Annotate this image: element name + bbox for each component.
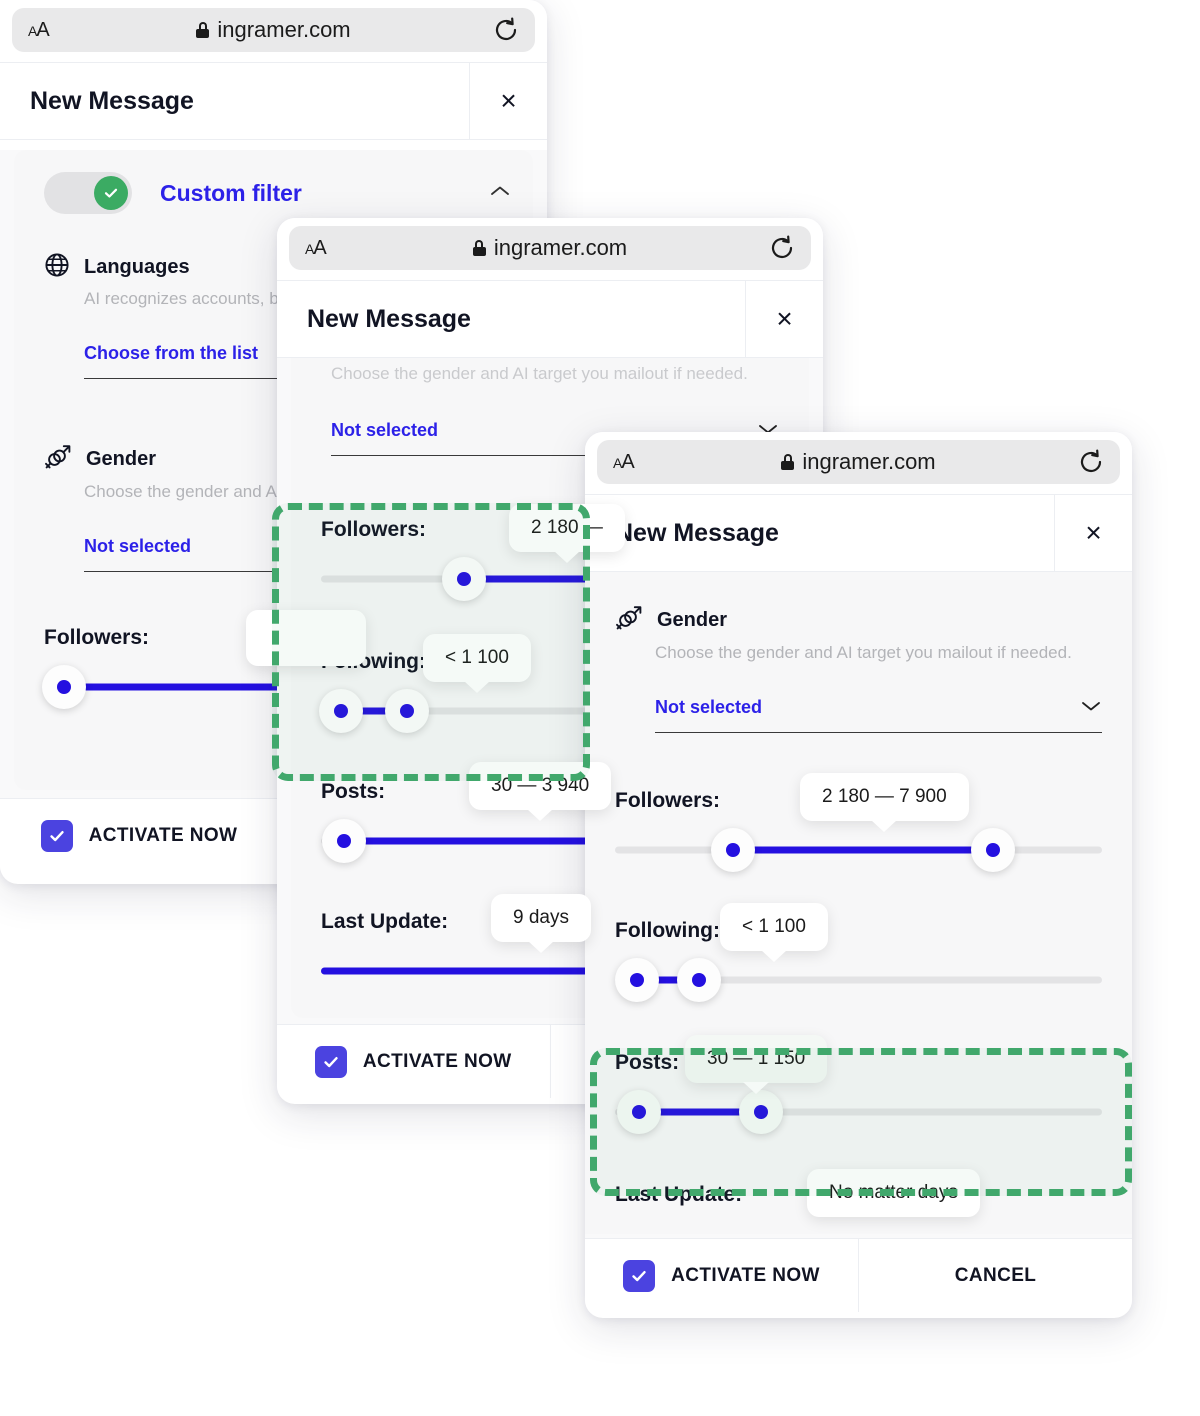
reload-icon[interactable] [1078,449,1104,475]
url-display-1: ingramer.com [12,17,535,43]
modal-footer-3: ACTIVATE NOW CANCEL [585,1238,1132,1312]
check-icon [314,1045,347,1078]
last-update-slider-block-3: Last Update: No matter days [585,1169,1132,1217]
following-bubble-3: < 1 100 [720,903,828,951]
feature-gender-title-3: Gender [657,609,728,631]
followers-bubble-2: 2 180 — [509,504,625,552]
lock-icon [781,454,795,470]
following-bubble-2: < 1 100 [423,634,531,682]
last-update-bubble-2: 9 days [491,894,591,942]
text-size-icon[interactable]: AA [305,238,327,258]
activate-now-button-1[interactable]: ACTIVATE NOW [0,799,278,872]
followers-bubble-1 [246,610,366,666]
gender-select-value-2: Not selected [331,420,439,440]
lock-icon [196,22,210,38]
filter-panel-3: Gender Choose the gender and AI target y… [585,572,1132,1234]
followers-knob-low-2[interactable] [442,557,486,601]
posts-bubble-2: 30 — 3 940 [469,762,612,810]
url-text: ingramer.com [493,235,628,260]
browser-urlbar-2: AA ingramer.com [277,218,823,280]
followers-knob-low-1[interactable] [42,665,86,709]
close-icon[interactable]: × [469,63,547,139]
toggle-check-icon [94,176,128,210]
followers-knob-high-3[interactable] [971,828,1015,872]
url-text: ingramer.com [802,449,936,474]
feature-gender-3: Gender Choose the gender and AI target y… [585,572,1132,733]
following-track-3[interactable] [615,957,1102,1003]
feature-gender-desc-3: Choose the gender and AI target you mail… [655,643,1072,662]
feature-gender-head-3: Gender [615,604,1102,637]
posts-knob-low-3[interactable] [617,1090,661,1134]
modal-body-3: Gender Choose the gender and AI target y… [585,572,1132,1238]
following-knob-high-2[interactable] [385,689,429,733]
activate-now-label-1: ACTIVATE NOW [88,824,238,846]
following-knob-low-3[interactable] [615,958,659,1002]
screenshot-stage: AA ingramer.com New Message × Custom fil… [0,0,1200,1416]
followers-bubble-3: 2 180 — 7 900 [800,773,969,821]
activate-now-button-2[interactable]: ACTIVATE NOW [277,1025,550,1098]
browser-urlbar-3: AA ingramer.com [585,432,1132,494]
close-icon[interactable]: × [745,281,823,357]
gender-icon [44,443,72,476]
posts-knob-low-2[interactable] [322,819,366,863]
check-icon [40,819,73,852]
text-size-icon[interactable]: AA [613,452,635,472]
following-slider-block-3: Following: < 1 100 [585,903,1132,1003]
modal-header-3: New Message × [585,494,1132,572]
custom-filter-row[interactable]: Custom filter [14,150,533,224]
gender-select-value-3: Not selected [655,697,763,717]
followers-track-fill-3 [733,846,993,854]
url-display-2: ingramer.com [289,235,811,261]
modal-header-2: New Message × [277,280,823,358]
posts-slider-block-3: Posts: 30 — 1 150 [585,1035,1132,1135]
url-text: ingramer.com [217,17,351,42]
languages-select-value: Choose from the list [84,343,259,363]
lock-icon [472,240,486,256]
globe-icon [44,252,70,283]
chevron-down-icon[interactable] [1080,699,1102,717]
following-knob-low-2[interactable] [319,689,363,733]
cancel-button-3[interactable]: CANCEL [858,1239,1132,1312]
following-knob-high-3[interactable] [677,958,721,1002]
custom-filter-label[interactable]: Custom filter [160,180,302,207]
browser-window-3: AA ingramer.com New Message × Gender Cho… [585,432,1132,1318]
text-size-icon[interactable]: AA [28,20,50,40]
followers-track-3[interactable] [615,827,1102,873]
modal-header-1: New Message × [0,62,547,140]
activate-now-label-2: ACTIVATE NOW [362,1050,512,1072]
modal-title-2: New Message [307,304,471,333]
urlbar-field-2[interactable]: AA ingramer.com [289,226,811,270]
urlbar-field-1[interactable]: AA ingramer.com [12,8,535,52]
feature-languages-title: Languages [84,256,190,278]
followers-slider-block-3: Followers: 2 180 — 7 900 [585,773,1132,873]
gender-select-value-1: Not selected [84,536,192,556]
last-update-bubble-3: No matter days [807,1169,980,1217]
chevron-up-icon[interactable] [489,183,511,203]
browser-urlbar-1: AA ingramer.com [0,0,547,62]
activate-now-label-3: ACTIVATE NOW [671,1264,820,1286]
reload-icon[interactable] [493,17,519,43]
followers-knob-low-3[interactable] [711,828,755,872]
modal-title-1: New Message [30,86,194,115]
following-label-3: Following: [615,919,720,942]
modal-title-3: New Message [615,518,779,547]
posts-track-3[interactable] [615,1089,1102,1135]
gender-icon [615,604,643,637]
activate-now-button-3[interactable]: ACTIVATE NOW [585,1239,858,1312]
check-icon [623,1259,656,1292]
close-icon[interactable]: × [1054,495,1132,571]
feature-gender-title-1: Gender [86,448,157,470]
url-display-3: ingramer.com [597,449,1120,475]
gender-select-3[interactable]: Not selected [655,697,1102,733]
posts-knob-high-3[interactable] [739,1090,783,1134]
urlbar-field-3[interactable]: AA ingramer.com [597,440,1120,484]
custom-filter-toggle[interactable] [44,172,132,214]
posts-bubble-3: 30 — 1 150 [685,1035,828,1083]
reload-icon[interactable] [769,235,795,261]
